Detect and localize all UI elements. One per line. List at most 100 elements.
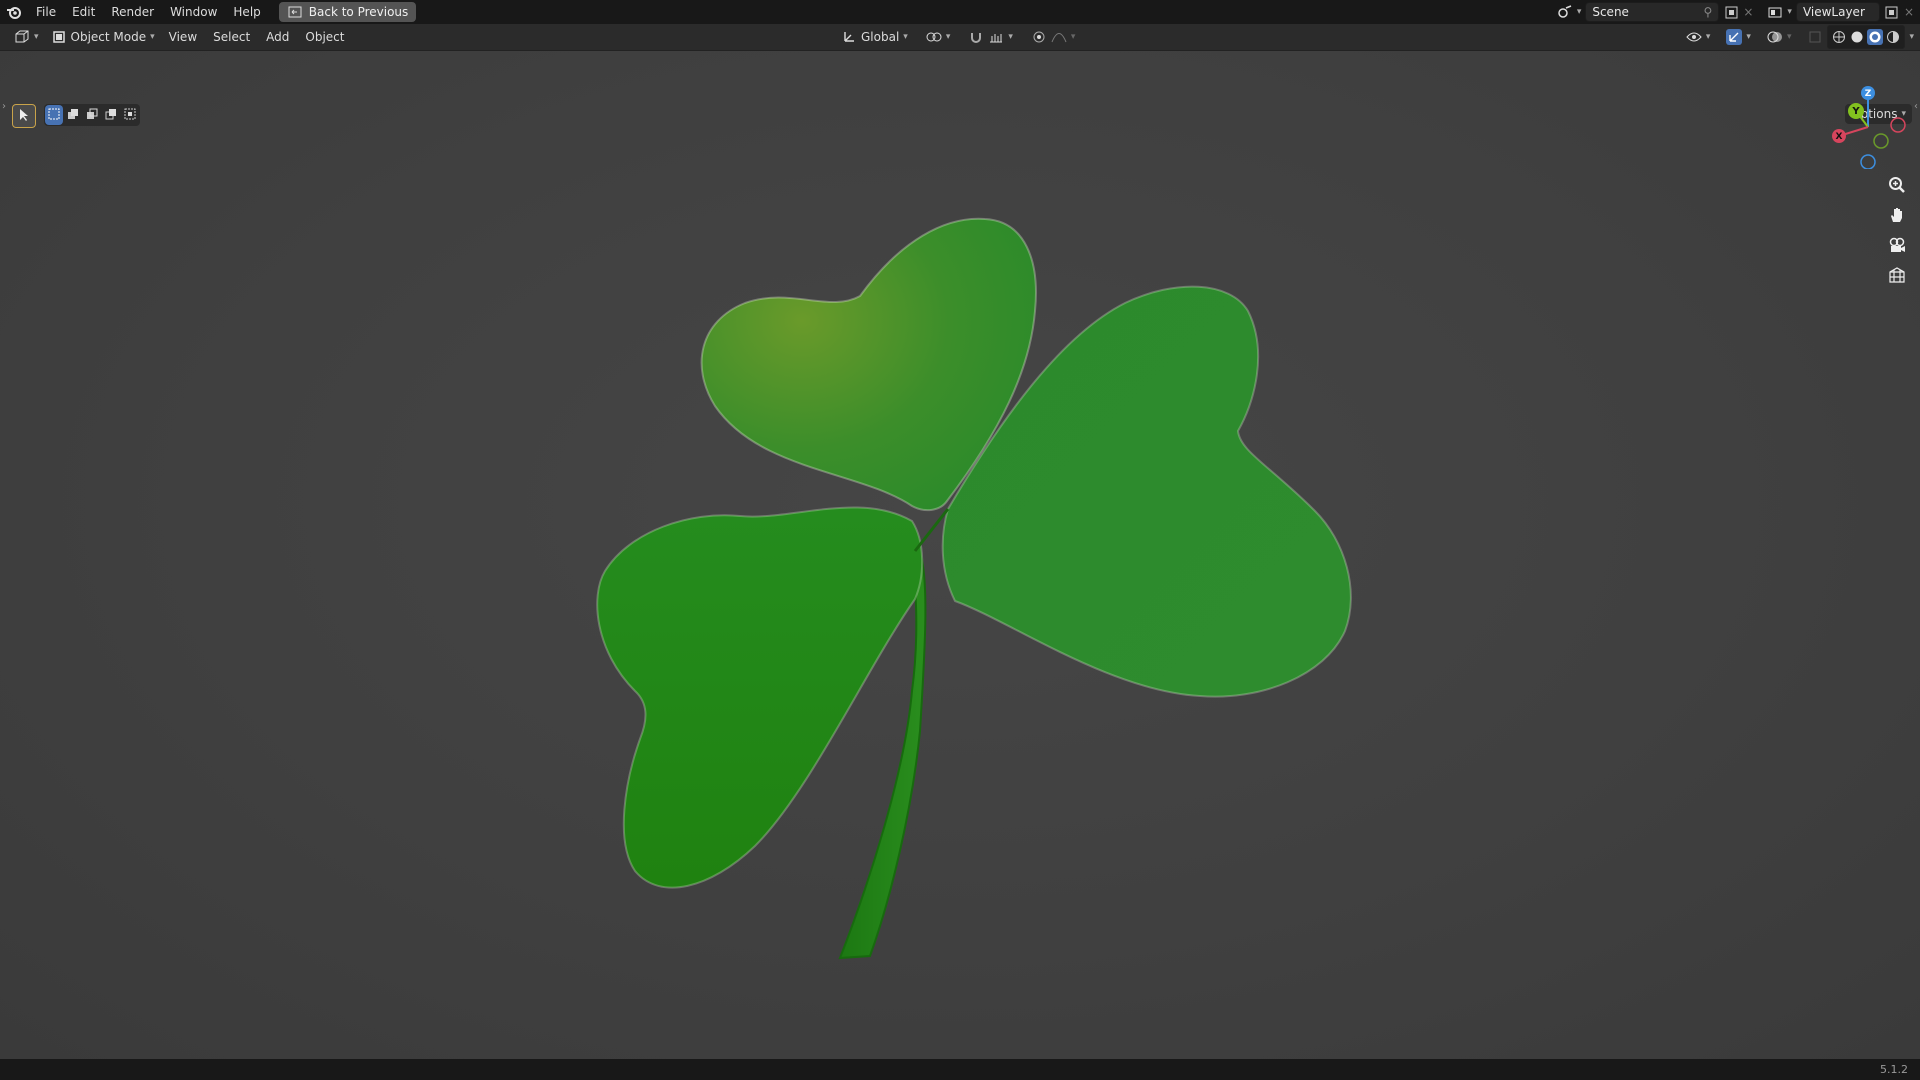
- chevron-down-icon[interactable]: ▾: [1787, 7, 1792, 17]
- pivot-point-dropdown[interactable]: ▾: [920, 26, 957, 48]
- menu-edit[interactable]: Edit: [64, 0, 103, 24]
- view-layer-field[interactable]: ViewLayer: [1795, 2, 1880, 22]
- chevron-down-icon: ▾: [150, 32, 155, 42]
- chevron-down-icon: ▾: [1786, 32, 1792, 42]
- menu-select[interactable]: Select: [205, 24, 258, 50]
- menu-view[interactable]: View: [161, 24, 205, 50]
- overlays-icon: [1767, 29, 1783, 45]
- close-view-layer-icon[interactable]: ×: [1904, 5, 1914, 19]
- rendered-shading-icon[interactable]: [1885, 29, 1901, 45]
- top-bar: File Edit Render Window Help Back to Pre…: [0, 0, 1920, 24]
- select-extend-icon: [67, 108, 79, 123]
- shamrock-object[interactable]: [596, 217, 1352, 960]
- camera-icon: [1888, 236, 1906, 257]
- transform-orientation-dropdown[interactable]: Global ▾: [835, 26, 914, 48]
- shading-mode-group: [1827, 25, 1906, 49]
- new-scene-icon[interactable]: [1723, 4, 1739, 20]
- orientation-label: Global: [861, 30, 900, 44]
- view-layer-name: ViewLayer: [1802, 5, 1865, 19]
- shamrock-leaf-left: [596, 506, 924, 889]
- chevron-down-icon: ▾: [1070, 32, 1076, 42]
- y-axis-label: Y: [1851, 106, 1860, 117]
- overlays-toggle[interactable]: ▾: [1761, 26, 1798, 48]
- neg-z-axis-handle[interactable]: [1860, 154, 1876, 169]
- menu-object[interactable]: Object: [297, 24, 352, 50]
- wireframe-shading-icon[interactable]: [1831, 29, 1847, 45]
- mode-selector[interactable]: Object Mode ▾: [45, 26, 161, 48]
- select-new-icon: [48, 108, 60, 123]
- menu-help[interactable]: Help: [225, 0, 268, 24]
- pan-button[interactable]: [1884, 203, 1910, 229]
- shading-controls: ▾ ▾ ▾ ▾: [1680, 24, 1914, 50]
- object-mode-icon: [51, 29, 67, 45]
- material-preview-icon[interactable]: [1867, 29, 1884, 45]
- orientation-icon: [841, 29, 857, 45]
- close-scene-icon[interactable]: ×: [1743, 5, 1753, 19]
- new-view-layer-icon[interactable]: [1884, 4, 1900, 20]
- ortho-toggle-button[interactable]: [1884, 263, 1910, 289]
- back-icon: [287, 4, 303, 20]
- editor-type-icon: [14, 29, 30, 45]
- grid-icon: [1888, 266, 1906, 287]
- gizmo-toggle[interactable]: ▾: [1720, 26, 1757, 48]
- pin-icon[interactable]: ⚲: [1704, 5, 1713, 19]
- snap-toggle[interactable]: ▾: [962, 26, 1019, 48]
- chevron-down-icon: ▾: [1705, 32, 1711, 42]
- camera-view-button[interactable]: [1884, 233, 1910, 259]
- view-layer-icon[interactable]: [1767, 4, 1783, 20]
- status-bar: 5.1.2: [0, 1059, 1920, 1080]
- back-to-previous-label: Back to Previous: [308, 5, 409, 19]
- select-extend-button[interactable]: [64, 105, 82, 125]
- eye-icon: [1686, 29, 1702, 45]
- menu-file[interactable]: File: [28, 0, 64, 24]
- scene-icon[interactable]: [1557, 4, 1573, 20]
- 3d-viewport[interactable]: Options ▾ › ‹ Z Y X: [0, 51, 1920, 1059]
- visibility-dropdown[interactable]: ▾: [1680, 26, 1717, 48]
- select-invert-button[interactable]: [102, 105, 120, 125]
- snap-increment-icon: [988, 29, 1004, 45]
- menu-window[interactable]: Window: [162, 0, 225, 24]
- xray-toggle-icon[interactable]: [1807, 29, 1823, 45]
- proportional-edit-icon: [1031, 29, 1047, 45]
- cursor-arrow-icon: [18, 108, 30, 125]
- transform-controls: Global ▾ ▾ ▾ ▾: [835, 24, 1081, 50]
- select-subtract-button[interactable]: [83, 105, 101, 125]
- solid-shading-icon[interactable]: [1849, 29, 1865, 45]
- magnet-icon: [968, 29, 984, 45]
- chevron-down-icon: ▾: [1746, 32, 1751, 42]
- zoom-icon: [1888, 176, 1906, 197]
- tweak-tool-button[interactable]: [12, 104, 36, 128]
- workspace-selectors: ▾ Scene ⚲ × ▾ ViewLayer ×: [1557, 0, 1920, 24]
- chevron-down-icon: ▾: [34, 32, 39, 42]
- mode-label: Object Mode: [70, 30, 147, 44]
- zoom-button[interactable]: [1884, 173, 1910, 199]
- scene-field[interactable]: Scene ⚲: [1585, 2, 1720, 22]
- x-axis-label: X: [1836, 132, 1843, 142]
- neg-x-axis-handle[interactable]: [1890, 117, 1906, 133]
- menu-add[interactable]: Add: [258, 24, 297, 50]
- toolbar-expand-icon[interactable]: ›: [2, 101, 6, 112]
- pivot-icon: [926, 29, 942, 45]
- blender-logo-icon[interactable]: [0, 4, 28, 20]
- chevron-down-icon: ▾: [1008, 32, 1013, 42]
- back-to-previous-button[interactable]: Back to Previous: [278, 2, 417, 22]
- select-intersect-button[interactable]: [121, 105, 139, 125]
- menu-render[interactable]: Render: [103, 0, 162, 24]
- select-new-button[interactable]: [45, 105, 63, 125]
- hand-icon: [1888, 206, 1906, 227]
- version-label: 5.1.2: [1880, 1063, 1908, 1076]
- proportional-editing-toggle[interactable]: ▾: [1025, 26, 1082, 48]
- select-intersect-icon: [124, 108, 136, 123]
- chevron-down-icon[interactable]: ▾: [1909, 32, 1914, 42]
- gizmo-icon: [1726, 29, 1743, 45]
- navigation-gizmo[interactable]: Z Y X: [1826, 85, 1910, 169]
- select-invert-icon: [105, 108, 117, 123]
- chevron-down-icon[interactable]: ▾: [1577, 7, 1582, 17]
- scene-name: Scene: [1592, 5, 1629, 19]
- z-axis-label: Z: [1865, 89, 1872, 99]
- neg-y-axis-handle[interactable]: [1873, 133, 1889, 149]
- sidebar-expand-icon[interactable]: ‹: [1914, 101, 1918, 112]
- selection-mode-group: [44, 104, 140, 126]
- tool-select-row: [12, 104, 36, 128]
- editor-type-button[interactable]: ▾: [8, 26, 45, 48]
